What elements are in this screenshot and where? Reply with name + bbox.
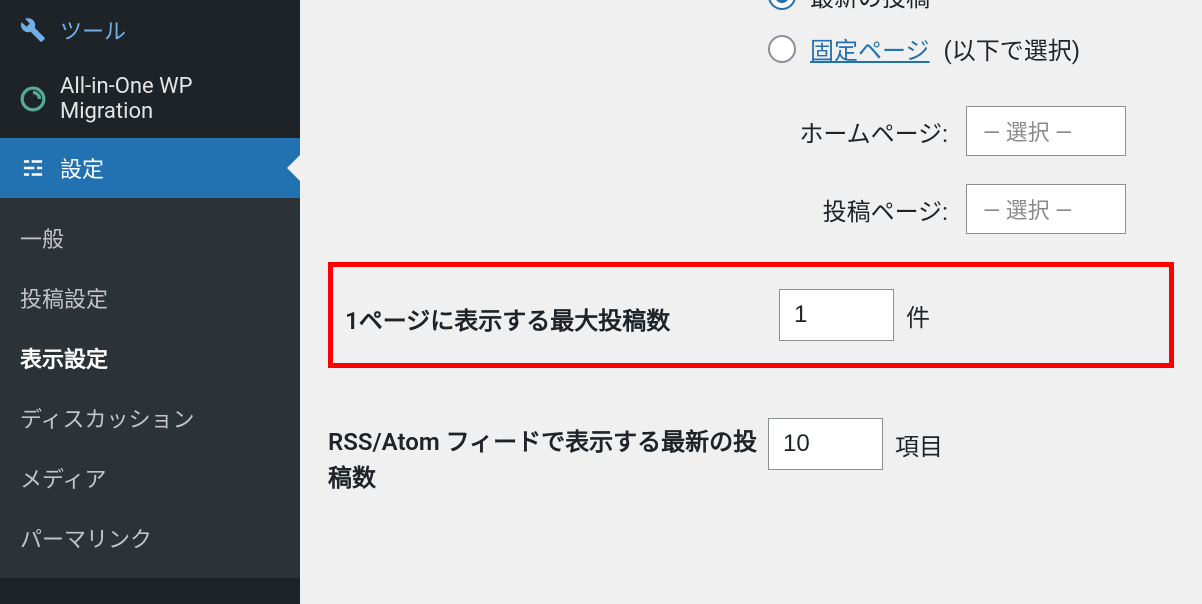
- postspage-select-label: 投稿ページ:: [768, 192, 948, 227]
- sliders-icon: [20, 155, 46, 181]
- homepage-select-row: ホームページ: — 選択 —: [768, 106, 1174, 156]
- migration-icon: [20, 86, 46, 112]
- rss-input[interactable]: [768, 418, 883, 470]
- radio-latest-label: 最新の投稿: [810, 0, 930, 13]
- radio-static-input[interactable]: [768, 35, 796, 63]
- radio-static-suffix: (以下で選択): [944, 31, 1081, 66]
- submenu-general[interactable]: 一般: [0, 208, 300, 268]
- settings-submenu: 一般 投稿設定 表示設定 ディスカッション メディア パーマリンク: [0, 198, 300, 578]
- rss-field: 項目: [768, 418, 1174, 470]
- sidebar-item-label: ツール: [60, 14, 126, 46]
- homepage-select-label: ホームページ:: [768, 114, 948, 149]
- postspage-select-row: 投稿ページ: — 選択 —: [768, 184, 1174, 234]
- posts-per-page-field: 件: [779, 289, 1155, 341]
- admin-sidebar: ツール All-in-One WP Migration 設定 一般 投稿設定 表…: [0, 0, 300, 604]
- posts-per-page-label: 1ページに表示する最大投稿数: [339, 295, 779, 336]
- radio-latest-input[interactable]: [768, 0, 796, 10]
- homepage-select[interactable]: — 選択 —: [966, 106, 1126, 156]
- select-placeholder: — 選択 —: [983, 193, 1072, 225]
- radio-static-label[interactable]: 固定ページ: [810, 31, 930, 66]
- rss-row: RSS/Atom フィードで表示する最新の投稿数 項目: [328, 418, 1174, 496]
- sidebar-item-label: 設定: [60, 152, 104, 184]
- sidebar-item-tools[interactable]: ツール: [0, 0, 300, 60]
- wrench-icon: [20, 17, 46, 43]
- submenu-media[interactable]: メディア: [0, 448, 300, 508]
- posts-per-page-row: 1ページに表示する最大投稿数 件: [328, 262, 1174, 368]
- sidebar-item-label: All-in-One WP Migration: [60, 74, 280, 124]
- rss-label: RSS/Atom フィードで表示する最新の投稿数: [328, 418, 768, 496]
- submenu-discussion[interactable]: ディスカッション: [0, 388, 300, 448]
- page-select-group: ホームページ: — 選択 — 投稿ページ: — 選択 —: [328, 106, 1174, 234]
- submenu-permalink[interactable]: パーマリンク: [0, 508, 300, 568]
- posts-per-page-input[interactable]: [779, 289, 894, 341]
- select-placeholder: — 選択 —: [983, 115, 1072, 147]
- submenu-reading[interactable]: 表示設定: [0, 328, 300, 388]
- sidebar-item-migration[interactable]: All-in-One WP Migration: [0, 60, 300, 138]
- radio-latest-posts[interactable]: 最新の投稿: [768, 0, 1174, 13]
- posts-per-page-unit: 件: [906, 298, 930, 333]
- sidebar-item-settings[interactable]: 設定: [0, 138, 300, 198]
- submenu-writing[interactable]: 投稿設定: [0, 268, 300, 328]
- main-content: 最新の投稿 固定ページ (以下で選択) ホームページ: — 選択 — 投稿ページ…: [300, 0, 1202, 604]
- homepage-display-options: 最新の投稿 固定ページ (以下で選択): [328, 0, 1174, 66]
- postspage-select[interactable]: — 選択 —: [966, 184, 1126, 234]
- rss-unit: 項目: [895, 427, 943, 462]
- radio-static-page[interactable]: 固定ページ (以下で選択): [768, 31, 1174, 66]
